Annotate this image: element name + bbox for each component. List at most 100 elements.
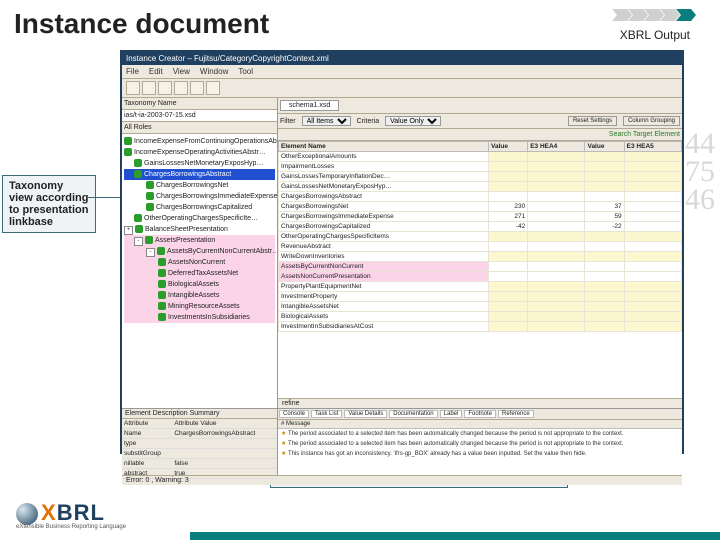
console-tab[interactable]: Task List bbox=[311, 410, 342, 418]
grid-row[interactable]: IntangibleAssetsNet bbox=[279, 302, 682, 312]
value-grid[interactable]: Element Name Value E3 HEA4 Value E3 HEA5… bbox=[278, 141, 682, 398]
grid-row[interactable]: ChargesBorrowingsCapitalized-42-22 bbox=[279, 222, 682, 232]
tree-item[interactable]: ChargesBorrowingsNet bbox=[124, 180, 275, 191]
tab-schema[interactable]: schema1.xsd bbox=[280, 100, 339, 111]
tree-item[interactable]: BiologicalAssets bbox=[124, 279, 275, 290]
grid-row[interactable]: ChargesBorrowingsNet23037 bbox=[279, 202, 682, 212]
toolbar-button[interactable] bbox=[126, 81, 140, 95]
element-description-panel: Element Description Summary Attribute At… bbox=[122, 409, 278, 475]
grid-filter-bar: Filter All Items Criteria Value Only Res… bbox=[278, 114, 682, 129]
tree-item[interactable]: GainsLossesNetMonetaryExposHyp… bbox=[124, 158, 275, 169]
column-grouping-button[interactable]: Column Grouping bbox=[623, 116, 680, 126]
tree-item[interactable]: ChargesBorrowingsImmediateExpense bbox=[124, 191, 275, 202]
reset-settings-button[interactable]: Reset Settings bbox=[568, 116, 617, 126]
detail-head: Element Description Summary bbox=[122, 409, 277, 419]
grid-row[interactable]: OtherExceptionalAmounts bbox=[279, 152, 682, 162]
tree-item[interactable]: InvestmentsInSubsidiaries bbox=[124, 312, 275, 323]
grid-row[interactable]: OtherOperatingChargesSpecificItems bbox=[279, 232, 682, 242]
grid-row[interactable]: PropertyPlantEquipmentNet bbox=[279, 282, 682, 292]
col-ctx2[interactable]: E3 HEA5 bbox=[624, 142, 681, 152]
toolbar-button[interactable] bbox=[190, 81, 204, 95]
document-tabs: schema1.xsd bbox=[278, 98, 682, 114]
detail-attr-head: Attribute bbox=[122, 419, 172, 429]
refine-bar[interactable]: refine bbox=[278, 398, 682, 408]
menu-edit[interactable]: Edit bbox=[149, 67, 163, 76]
col-value1[interactable]: Value bbox=[489, 142, 528, 152]
detail-val-head: Attribute Value bbox=[172, 419, 277, 429]
console-message: ★ The period associated to a selected it… bbox=[278, 429, 682, 439]
callout-taxonomy: Taxonomy view according to presentation … bbox=[2, 175, 96, 233]
console-tabs: ConsoleTask ListValue DetailsDocumentati… bbox=[278, 409, 682, 420]
slide-title: Instance document bbox=[14, 8, 269, 40]
value-grid-pane: schema1.xsd Filter All Items Criteria Va… bbox=[278, 98, 682, 408]
toolbar-button[interactable] bbox=[206, 81, 220, 95]
grid-row[interactable]: WriteDownInventories bbox=[279, 252, 682, 262]
grid-row[interactable]: BiologicalAssets bbox=[279, 312, 682, 322]
globe-icon bbox=[16, 503, 38, 525]
col-ctx1[interactable]: E3 HEA4 bbox=[528, 142, 585, 152]
tree-item[interactable]: DeferredTaxAssetsNet bbox=[124, 268, 275, 279]
console-panel: ConsoleTask ListValue DetailsDocumentati… bbox=[278, 409, 682, 475]
console-tab[interactable]: Label bbox=[440, 410, 463, 418]
grid-row[interactable]: RevenueAbstract bbox=[279, 242, 682, 252]
console-message: ★ The period associated to a selected it… bbox=[278, 439, 682, 449]
tree-item[interactable]: ChargesBorrowingsCapitalized bbox=[124, 202, 275, 213]
menubar: File Edit View Window Tool bbox=[122, 65, 682, 79]
grid-row[interactable]: InvestmentProperty bbox=[279, 292, 682, 302]
taxonomy-tree-pane: Taxonomy Name ias/t-ia-2003-07-15.xsd Al… bbox=[122, 98, 278, 408]
taxonomy-file[interactable]: ias/t-ia-2003-07-15.xsd bbox=[122, 110, 277, 122]
grid-row[interactable]: GainsLossesNetMonetaryExposHyp… bbox=[279, 182, 682, 192]
window-titlebar[interactable]: Instance Creator – Fujitsu/CategoryCopyr… bbox=[122, 52, 682, 65]
search-target[interactable]: Search Target Element bbox=[609, 131, 680, 138]
tree-item[interactable]: OtherOperatingChargesSpecificIte… bbox=[124, 213, 275, 224]
tree-item[interactable]: -AssetsByCurrentNonCurrentAbstr… bbox=[124, 246, 275, 257]
instance-creator-window: Instance Creator – Fujitsu/CategoryCopyr… bbox=[120, 50, 684, 454]
console-tab[interactable]: Value Details bbox=[344, 410, 387, 418]
xbrl-logo: XBRL eXtensible Business Reporting Langu… bbox=[16, 500, 126, 530]
taxonomy-tree[interactable]: IncomeExpenseFromContinuingOperationsAb…… bbox=[122, 134, 277, 408]
criteria-select[interactable]: Value Only bbox=[385, 116, 441, 126]
menu-tool[interactable]: Tool bbox=[238, 67, 253, 76]
menu-file[interactable]: File bbox=[126, 67, 139, 76]
grid-row[interactable]: ChargesBorrowingsAbstract bbox=[279, 192, 682, 202]
console-tab[interactable]: Documentation bbox=[389, 410, 437, 418]
detail-row: substitGroup bbox=[122, 449, 277, 459]
console-tab[interactable]: Reference bbox=[498, 410, 534, 418]
filter-label: Filter bbox=[280, 118, 296, 125]
tree-item[interactable]: AssetsNonCurrent bbox=[124, 257, 275, 268]
footer-accent-bar bbox=[190, 532, 720, 540]
grid-row[interactable]: AssetsByCurrentNonCurrent bbox=[279, 262, 682, 272]
detail-row: nillablefalse bbox=[122, 459, 277, 469]
console-tab[interactable]: Console bbox=[279, 410, 309, 418]
toolbar-button[interactable] bbox=[142, 81, 156, 95]
grid-row[interactable]: InvestmentInSubsidiariesAtCost bbox=[279, 322, 682, 332]
console-tab[interactable]: Footnote bbox=[464, 410, 496, 418]
criteria-label: Criteria bbox=[357, 118, 380, 125]
tree-heading: Taxonomy Name bbox=[122, 98, 277, 110]
detail-row: type bbox=[122, 439, 277, 449]
grid-row[interactable]: GainsLossesTemporaryInflationDec… bbox=[279, 172, 682, 182]
grid-row[interactable]: ChargesBorrowingsImmediateExpense27159 bbox=[279, 212, 682, 222]
tree-item[interactable]: -AssetsPresentation bbox=[124, 235, 275, 246]
grid-row[interactable]: ImpairmentLosses bbox=[279, 162, 682, 172]
tree-item[interactable]: +BalanceSheetPresentation bbox=[124, 224, 275, 235]
toolbar-button[interactable] bbox=[158, 81, 172, 95]
menu-view[interactable]: View bbox=[173, 67, 190, 76]
toolbar bbox=[122, 79, 682, 98]
filter-select[interactable]: All Items bbox=[302, 116, 351, 126]
toolbar-button[interactable] bbox=[174, 81, 188, 95]
tree-item[interactable]: IncomeExpenseOperatingActivitiesAbstr… bbox=[124, 147, 275, 158]
tree-item[interactable]: IncomeExpenseFromContinuingOperationsAb… bbox=[124, 136, 275, 147]
col-element[interactable]: Element Name bbox=[279, 142, 489, 152]
detail-row: NameChargesBorrowingsAbstract bbox=[122, 429, 277, 439]
xbrl-tagline: eXtensible Business Reporting Language bbox=[16, 524, 126, 530]
col-value2[interactable]: Value bbox=[585, 142, 624, 152]
tree-item[interactable]: IntangibleAssets bbox=[124, 290, 275, 301]
tree-item[interactable]: ChargesBorrowingsAbstract bbox=[124, 169, 275, 180]
menu-window[interactable]: Window bbox=[200, 67, 228, 76]
grid-row[interactable]: AssetsNonCurrentPresentation bbox=[279, 272, 682, 282]
output-label: XBRL Output bbox=[620, 28, 690, 42]
search-row: Search Target Element bbox=[278, 129, 682, 141]
tree-item[interactable]: MiningResourceAssets bbox=[124, 301, 275, 312]
roles-filter[interactable]: All Roles bbox=[122, 122, 277, 134]
